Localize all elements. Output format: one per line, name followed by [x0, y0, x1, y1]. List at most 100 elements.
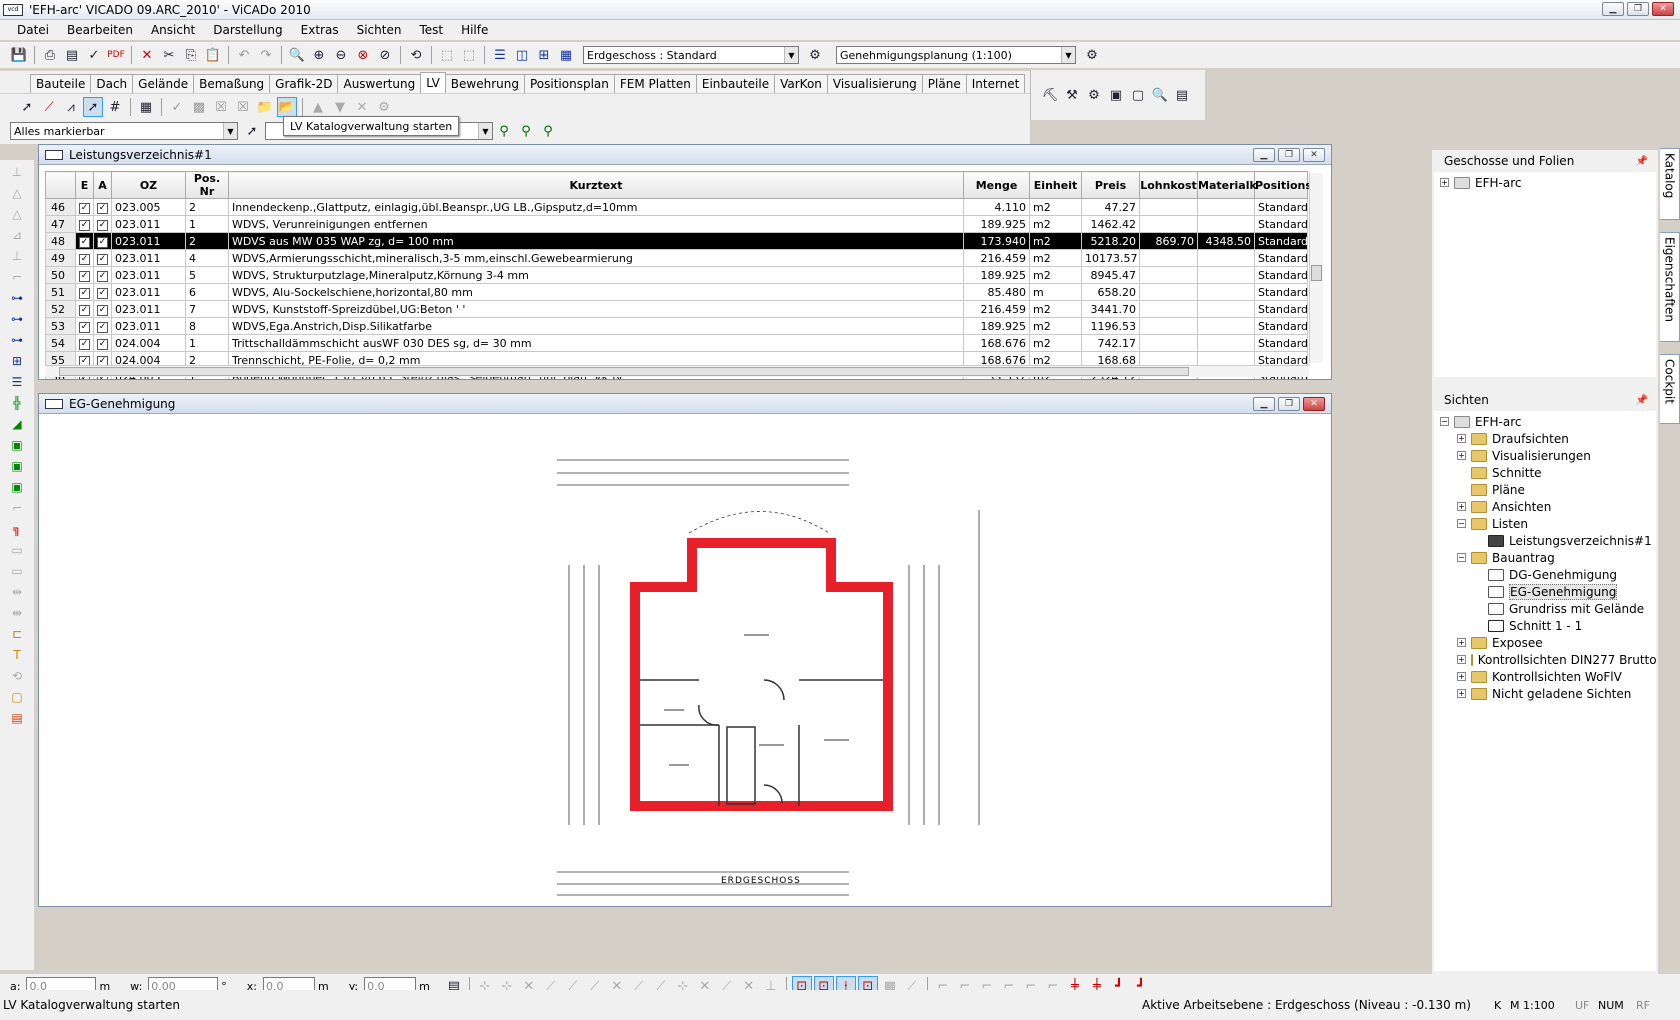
tool-23-icon[interactable]: ⊏	[6, 625, 28, 643]
checkbox-icon[interactable]: ✓	[79, 305, 90, 316]
tree-item-root[interactable]: + EFH-arc	[1440, 174, 1656, 191]
eg-maximize-button[interactable]: ❐	[1278, 397, 1300, 411]
undo-icon[interactable]: ↶	[234, 45, 254, 65]
tab-grafik-2d[interactable]: Grafik-2D	[269, 74, 339, 93]
tree-item[interactable]: Schnitte	[1440, 464, 1656, 481]
checkbox-icon[interactable]: ✓	[97, 237, 108, 248]
menu-sichten[interactable]: Sichten	[348, 23, 411, 37]
tool-21-icon[interactable]: ⇹	[6, 583, 28, 601]
menu-datei[interactable]: Datei	[8, 23, 58, 37]
column-header[interactable]: Materialk	[1197, 171, 1257, 199]
tree-item[interactable]: − Listen	[1440, 515, 1656, 532]
checkbox-icon[interactable]: ✓	[97, 271, 108, 282]
tool-6-icon[interactable]: ⌐	[6, 268, 28, 286]
expand-icon[interactable]: +	[1457, 434, 1466, 443]
e-checkbox[interactable]: ✓	[75, 249, 94, 267]
tab-gelaende[interactable]: Gelände	[132, 74, 195, 93]
menu-extras[interactable]: Extras	[292, 23, 348, 37]
plan-settings-icon[interactable]: ⚙	[1082, 45, 1102, 65]
a-checkbox[interactable]: ✓	[93, 283, 112, 301]
tab-dach[interactable]: Dach	[90, 74, 134, 93]
zoom-in-icon[interactable]: ⊕	[309, 45, 329, 65]
tool-7-icon[interactable]: ⊶	[6, 289, 28, 307]
tab-bemassung[interactable]: Bemaßung	[193, 74, 271, 93]
lv-check-icon[interactable]: ✓	[167, 97, 187, 117]
e-checkbox[interactable]: ✓	[75, 215, 94, 233]
redo-icon[interactable]: ↷	[256, 45, 276, 65]
copy-icon[interactable]: ⎘	[181, 45, 201, 65]
tab-plaene[interactable]: Pläne	[921, 74, 967, 93]
e-checkbox[interactable]: ✓	[75, 334, 94, 352]
pin-icon[interactable]: 📌	[1636, 156, 1648, 167]
tree-item[interactable]: Grundriss mit Gelände	[1440, 600, 1656, 617]
tool-10-icon[interactable]: ⊞	[6, 352, 28, 370]
tool-g-icon[interactable]: ▤	[1172, 85, 1192, 105]
column-header[interactable]	[45, 171, 76, 199]
tool-f-icon[interactable]: 🔍	[1150, 85, 1170, 105]
column-header[interactable]: Menge	[963, 171, 1030, 199]
expand-icon[interactable]: +	[1457, 502, 1466, 511]
expand-icon[interactable]: +	[1457, 451, 1466, 460]
tree-item[interactable]: − Bauantrag	[1440, 549, 1656, 566]
move-down-icon[interactable]: ▼	[330, 97, 350, 117]
tool-17-icon[interactable]: ⌐	[6, 499, 28, 517]
checkbox-icon[interactable]: ✓	[79, 254, 90, 265]
lv-close-button[interactable]: ✕	[1303, 148, 1325, 162]
expand-icon[interactable]: +	[1457, 638, 1466, 647]
tree-item[interactable]: + Kontrollsichten DIN277 Brutto	[1440, 651, 1657, 668]
lv-hscrollbar[interactable]	[45, 365, 1309, 377]
table-row[interactable]: 49 ✓ ✓ 023.011 4 WDVS,Armierungsschicht,miner…	[45, 249, 1308, 267]
print-icon[interactable]: ⎙	[40, 45, 60, 65]
tool-11-icon[interactable]: ☰	[6, 373, 28, 391]
a-checkbox[interactable]: ✓	[93, 232, 112, 250]
binoculars-icon[interactable]: ⚲	[494, 121, 514, 141]
a-checkbox[interactable]: ✓	[93, 215, 112, 233]
redraw-icon[interactable]: ⟲	[406, 45, 426, 65]
table-row[interactable]: 53 ✓ ✓ 023.011 8 WDVS,Ega.Anstrich,Disp.Silik…	[45, 317, 1308, 335]
layout-cascade-icon[interactable]: ▦	[556, 45, 576, 65]
checkbox-icon[interactable]: ✓	[97, 220, 108, 231]
layout-grid-icon[interactable]: ⊞	[534, 45, 554, 65]
floor-select[interactable]: Erdgeschoss : Standard ▼	[583, 46, 799, 64]
lv-folder-icon[interactable]: 📁	[255, 97, 275, 117]
checkbox-icon[interactable]: ✓	[97, 203, 108, 214]
table-row[interactable]: 52 ✓ ✓ 023.011 7 WDVS, Kunststoff-Spreizdübel…	[45, 300, 1308, 318]
tab-visualisierung[interactable]: Visualisierung	[826, 74, 923, 93]
tool-b-icon[interactable]: ⚒	[1062, 85, 1082, 105]
frame-icon[interactable]: ⬚	[437, 45, 457, 65]
expand-icon[interactable]: +	[1457, 655, 1466, 664]
checkbox-icon[interactable]: ✓	[79, 322, 90, 333]
tool-25-icon[interactable]: ⟲	[6, 667, 28, 685]
hscroll-thumb[interactable]	[59, 367, 1189, 376]
e-checkbox[interactable]: ✓	[75, 232, 94, 250]
zoom-window-icon[interactable]: ⊗	[353, 45, 373, 65]
column-header[interactable]: A	[93, 171, 112, 199]
save-icon[interactable]: 💾	[9, 45, 29, 65]
tool-18-icon[interactable]: ╗	[6, 520, 28, 538]
e-checkbox[interactable]: ✓	[75, 198, 94, 216]
menu-bearbeiten[interactable]: Bearbeiten	[58, 23, 142, 37]
column-header[interactable]: Lohnkost	[1139, 171, 1198, 199]
remove-icon[interactable]: ✕	[352, 97, 372, 117]
checkbox-icon[interactable]: ✓	[97, 305, 108, 316]
close-button[interactable]: ✕	[1652, 2, 1674, 16]
a-checkbox[interactable]: ✓	[93, 249, 112, 267]
tab-katalog[interactable]: Katalog	[1660, 148, 1680, 220]
tool-20-icon[interactable]: ▭	[6, 562, 28, 580]
tab-eigenschaften[interactable]: Eigenschaften	[1660, 232, 1680, 342]
maximize-button[interactable]: ❐	[1627, 2, 1649, 16]
column-header[interactable]: Positionst	[1254, 171, 1317, 199]
table-icon[interactable]: ▦	[136, 97, 156, 117]
tab-lv[interactable]: LV	[420, 72, 446, 93]
tool-19-icon[interactable]: ▭	[6, 541, 28, 559]
zoom-icon[interactable]: 🔍	[287, 45, 307, 65]
tool-e-icon[interactable]: ▢	[1128, 85, 1148, 105]
table-row[interactable]: 50 ✓ ✓ 023.011 5 WDVS, Strukturputzlage,Miner…	[45, 266, 1308, 284]
binoculars-sub-icon[interactable]: ⚲	[538, 121, 558, 141]
a-checkbox[interactable]: ✓	[93, 300, 112, 318]
tool-24-icon[interactable]: T	[6, 646, 28, 664]
floor-plan-drawing[interactable]	[39, 415, 1331, 907]
menu-ansicht[interactable]: Ansicht	[142, 23, 204, 37]
tree-item[interactable]: + Ansichten	[1440, 498, 1656, 515]
e-checkbox[interactable]: ✓	[75, 266, 94, 284]
